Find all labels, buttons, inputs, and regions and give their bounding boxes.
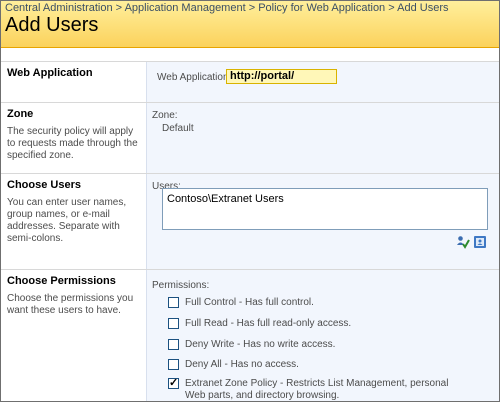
breadcrumb-add-users: Add Users: [397, 2, 449, 14]
choose-users-left: Choose Users You can enter user names, g…: [1, 174, 146, 269]
permission-label: Full Read - Has full read-only access.: [185, 318, 352, 329]
permission-label: Full Control - Has full control.: [185, 297, 314, 308]
permission-label: Deny All - Has no access.: [185, 359, 299, 370]
breadcrumb-separator: >: [115, 2, 123, 14]
zone-left: Zone The security policy will apply to r…: [1, 103, 146, 173]
permission-label: Extranet Zone Policy - Restricts List Ma…: [185, 378, 449, 401]
users-input[interactable]: Contoso\Extranet Users: [162, 188, 488, 230]
breadcrumb: Central Administration > Application Man…: [5, 2, 449, 14]
zone-section: Zone The security policy will apply to r…: [1, 102, 499, 173]
web-application-section: Web Application Web Application: http://…: [1, 61, 499, 102]
checkmark-icon: ✓: [169, 377, 179, 389]
choose-users-description: You can enter user names, group names, o…: [7, 197, 127, 244]
page-header: Central Administration > Application Man…: [1, 1, 499, 48]
choose-users-section: Choose Users You can enter user names, g…: [1, 173, 499, 269]
choose-permissions-section: Choose Permissions Choose the permission…: [1, 269, 499, 401]
web-application-left: Web Application: [1, 62, 146, 102]
zone-heading: Zone: [7, 108, 34, 120]
zone-value: Default: [162, 123, 194, 134]
permission-checkbox[interactable]: [168, 339, 179, 350]
web-application-right: Web Application: http://portal/: [146, 62, 499, 102]
page-title: Add Users: [5, 14, 99, 36]
choose-users-heading: Choose Users: [7, 179, 81, 191]
check-names-icon[interactable]: [456, 235, 470, 249]
choose-permissions-heading: Choose Permissions: [7, 275, 116, 287]
zone-label: Zone:: [152, 110, 178, 121]
zone-description: The security policy will apply to reques…: [7, 126, 138, 161]
browse-address-book-icon[interactable]: [473, 235, 487, 249]
breadcrumb-separator: >: [388, 2, 395, 14]
breadcrumb-central-administration[interactable]: Central Administration: [5, 2, 113, 14]
add-users-page: Central Administration > Application Man…: [0, 0, 500, 402]
breadcrumb-policy-for-web-application[interactable]: Policy for Web Application: [258, 2, 385, 14]
breadcrumb-application-management[interactable]: Application Management: [125, 2, 246, 14]
permission-checkbox[interactable]: [168, 359, 179, 370]
web-application-label: Web Application:: [157, 72, 232, 83]
zone-right: Zone: Default: [146, 103, 499, 173]
permission-checkbox-checked[interactable]: ✓: [168, 377, 179, 389]
choose-permissions-left: Choose Permissions Choose the permission…: [1, 270, 146, 401]
web-application-selector[interactable]: http://portal/: [226, 69, 337, 84]
breadcrumb-separator: >: [248, 2, 256, 14]
permission-checkbox[interactable]: [168, 297, 179, 308]
choose-permissions-description: Choose the permissions you want these us…: [7, 293, 134, 316]
permission-checkbox[interactable]: [168, 318, 179, 329]
choose-permissions-right: Permissions: Full Control - Has full con…: [146, 270, 499, 401]
permissions-label: Permissions:: [152, 280, 210, 291]
choose-users-right: Users: Contoso\Extranet Users: [146, 174, 499, 269]
web-application-heading: Web Application: [7, 67, 93, 79]
permission-label: Deny Write - Has no write access.: [185, 339, 336, 350]
